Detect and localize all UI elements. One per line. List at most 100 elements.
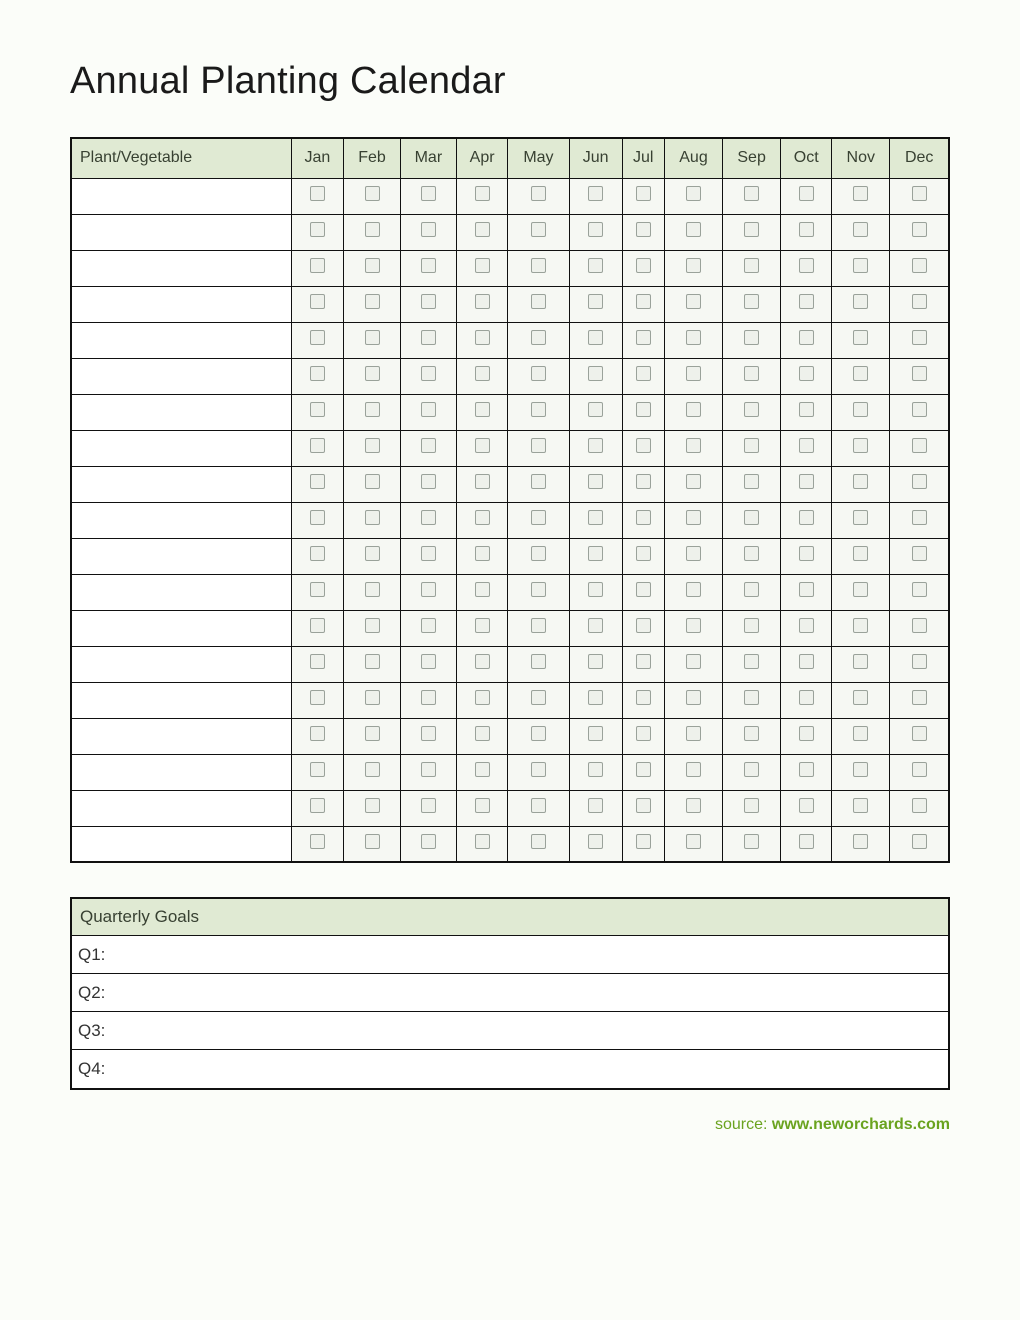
checkbox-icon[interactable]: [475, 690, 490, 705]
checkbox-icon[interactable]: [588, 258, 603, 273]
checkbox-icon[interactable]: [686, 798, 701, 813]
checkbox-icon[interactable]: [531, 726, 546, 741]
checkbox-icon[interactable]: [475, 474, 490, 489]
checkbox-icon[interactable]: [799, 582, 814, 597]
checkbox-icon[interactable]: [853, 222, 868, 237]
checkbox-icon[interactable]: [310, 834, 325, 849]
checkbox-icon[interactable]: [744, 402, 759, 417]
checkbox-icon[interactable]: [912, 186, 927, 201]
checkbox-icon[interactable]: [636, 618, 651, 633]
checkbox-icon[interactable]: [475, 366, 490, 381]
checkbox-icon[interactable]: [588, 294, 603, 309]
checkbox-icon[interactable]: [636, 186, 651, 201]
goal-input[interactable]: [118, 1019, 942, 1043]
checkbox-icon[interactable]: [799, 654, 814, 669]
checkbox-icon[interactable]: [365, 546, 380, 561]
checkbox-icon[interactable]: [636, 474, 651, 489]
checkbox-icon[interactable]: [744, 510, 759, 525]
checkbox-icon[interactable]: [365, 654, 380, 669]
checkbox-icon[interactable]: [475, 294, 490, 309]
checkbox-icon[interactable]: [912, 366, 927, 381]
checkbox-icon[interactable]: [588, 186, 603, 201]
checkbox-icon[interactable]: [799, 186, 814, 201]
checkbox-icon[interactable]: [588, 510, 603, 525]
checkbox-icon[interactable]: [853, 438, 868, 453]
checkbox-icon[interactable]: [853, 726, 868, 741]
checkbox-icon[interactable]: [531, 294, 546, 309]
checkbox-icon[interactable]: [744, 438, 759, 453]
checkbox-icon[interactable]: [686, 690, 701, 705]
checkbox-icon[interactable]: [686, 402, 701, 417]
checkbox-icon[interactable]: [310, 294, 325, 309]
checkbox-icon[interactable]: [531, 474, 546, 489]
plant-name-cell[interactable]: [71, 394, 291, 430]
checkbox-icon[interactable]: [475, 438, 490, 453]
checkbox-icon[interactable]: [588, 438, 603, 453]
plant-name-cell[interactable]: [71, 250, 291, 286]
checkbox-icon[interactable]: [421, 186, 436, 201]
checkbox-icon[interactable]: [531, 438, 546, 453]
checkbox-icon[interactable]: [686, 726, 701, 741]
checkbox-icon[interactable]: [636, 762, 651, 777]
checkbox-icon[interactable]: [853, 582, 868, 597]
plant-name-cell[interactable]: [71, 538, 291, 574]
checkbox-icon[interactable]: [686, 546, 701, 561]
checkbox-icon[interactable]: [853, 834, 868, 849]
checkbox-icon[interactable]: [799, 834, 814, 849]
checkbox-icon[interactable]: [636, 726, 651, 741]
checkbox-icon[interactable]: [853, 402, 868, 417]
checkbox-icon[interactable]: [686, 186, 701, 201]
checkbox-icon[interactable]: [310, 690, 325, 705]
checkbox-icon[interactable]: [912, 798, 927, 813]
checkbox-icon[interactable]: [636, 402, 651, 417]
checkbox-icon[interactable]: [853, 474, 868, 489]
plant-name-cell[interactable]: [71, 466, 291, 502]
checkbox-icon[interactable]: [475, 582, 490, 597]
checkbox-icon[interactable]: [421, 726, 436, 741]
checkbox-icon[interactable]: [421, 546, 436, 561]
plant-name-cell[interactable]: [71, 214, 291, 250]
checkbox-icon[interactable]: [310, 762, 325, 777]
checkbox-icon[interactable]: [912, 690, 927, 705]
checkbox-icon[interactable]: [636, 438, 651, 453]
checkbox-icon[interactable]: [912, 582, 927, 597]
checkbox-icon[interactable]: [799, 222, 814, 237]
checkbox-icon[interactable]: [799, 294, 814, 309]
checkbox-icon[interactable]: [588, 618, 603, 633]
checkbox-icon[interactable]: [310, 438, 325, 453]
plant-name-cell[interactable]: [71, 322, 291, 358]
checkbox-icon[interactable]: [686, 474, 701, 489]
checkbox-icon[interactable]: [475, 762, 490, 777]
checkbox-icon[interactable]: [744, 834, 759, 849]
checkbox-icon[interactable]: [744, 330, 759, 345]
checkbox-icon[interactable]: [365, 402, 380, 417]
checkbox-icon[interactable]: [365, 510, 380, 525]
checkbox-icon[interactable]: [421, 654, 436, 669]
checkbox-icon[interactable]: [310, 402, 325, 417]
checkbox-icon[interactable]: [799, 258, 814, 273]
checkbox-icon[interactable]: [912, 546, 927, 561]
checkbox-icon[interactable]: [588, 402, 603, 417]
checkbox-icon[interactable]: [686, 834, 701, 849]
checkbox-icon[interactable]: [686, 330, 701, 345]
checkbox-icon[interactable]: [588, 222, 603, 237]
checkbox-icon[interactable]: [744, 726, 759, 741]
checkbox-icon[interactable]: [744, 222, 759, 237]
checkbox-icon[interactable]: [912, 222, 927, 237]
checkbox-icon[interactable]: [912, 294, 927, 309]
checkbox-icon[interactable]: [310, 618, 325, 633]
checkbox-icon[interactable]: [588, 834, 603, 849]
checkbox-icon[interactable]: [531, 654, 546, 669]
checkbox-icon[interactable]: [531, 366, 546, 381]
checkbox-icon[interactable]: [475, 798, 490, 813]
checkbox-icon[interactable]: [310, 186, 325, 201]
checkbox-icon[interactable]: [365, 618, 380, 633]
checkbox-icon[interactable]: [421, 690, 436, 705]
checkbox-icon[interactable]: [853, 654, 868, 669]
plant-name-cell[interactable]: [71, 790, 291, 826]
checkbox-icon[interactable]: [853, 762, 868, 777]
checkbox-icon[interactable]: [421, 330, 436, 345]
plant-name-cell[interactable]: [71, 286, 291, 322]
checkbox-icon[interactable]: [421, 582, 436, 597]
checkbox-icon[interactable]: [636, 294, 651, 309]
